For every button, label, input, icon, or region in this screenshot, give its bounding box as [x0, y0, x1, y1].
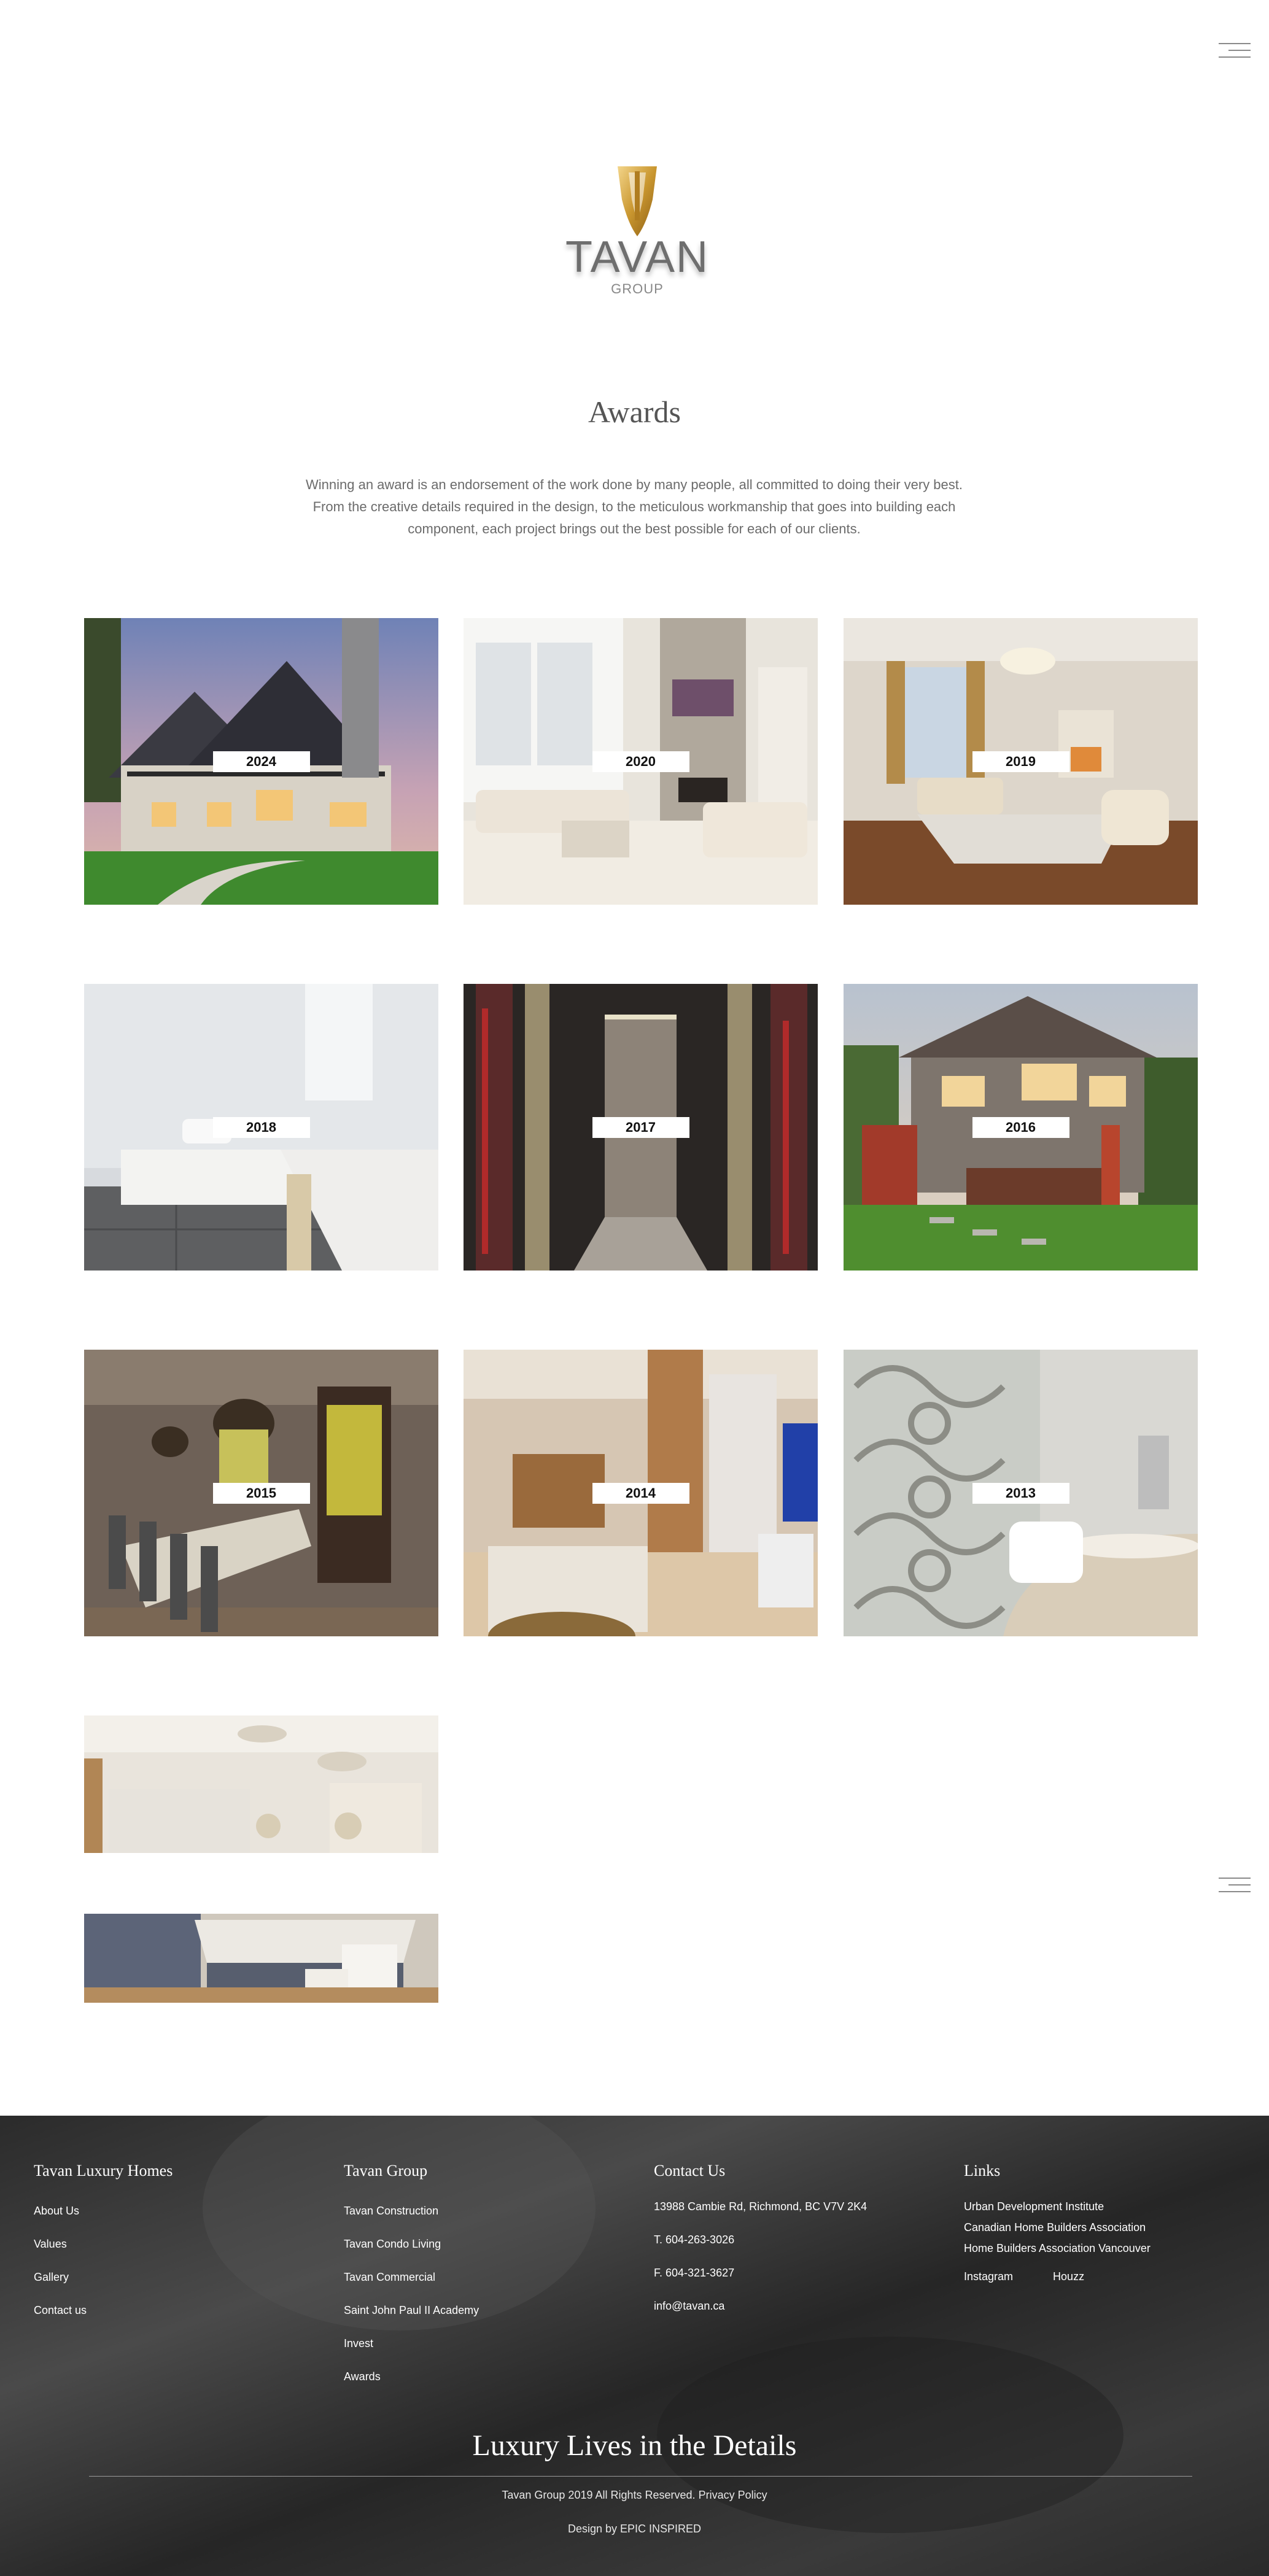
footer-col-tavan-group: Tavan Group Tavan Construction Tavan Con… [344, 2162, 479, 2404]
footer-link-invest[interactable]: Invest [344, 2337, 479, 2350]
instagram-link[interactable]: Instagram [964, 2270, 1013, 2283]
brand-name: TAVAN [565, 233, 709, 282]
page-title: Awards [588, 395, 681, 429]
hamburger-line [1228, 1884, 1251, 1886]
award-tile-2019[interactable]: 2019 [844, 618, 1198, 905]
award-tile-partial[interactable] [84, 1715, 438, 1853]
hamburger-line [1219, 56, 1251, 58]
footer-link-chba[interactable]: Canadian Home Builders Association [964, 2221, 1151, 2234]
footer-divider [89, 2476, 1192, 2477]
footer-link-values[interactable]: Values [34, 2238, 173, 2251]
dining-room-image [84, 1715, 438, 1853]
award-tile-2018[interactable]: 2018 [84, 984, 438, 1271]
brand-subtitle: GROUP [611, 281, 664, 296]
award-year-label: 2015 [212, 1482, 310, 1504]
footer-copyright-line: Tavan Group 2019 All Rights Reserved. Pr… [0, 2489, 1269, 2502]
kitchen-island-image [84, 1914, 438, 2003]
footer-phone[interactable]: T. 604-263-3026 [654, 2234, 867, 2246]
footer-heading: Contact Us [654, 2162, 726, 2180]
award-tile-2020[interactable]: 2020 [464, 618, 818, 905]
footer-link-tavan-condo-living[interactable]: Tavan Condo Living [344, 2238, 479, 2251]
houzz-link[interactable]: Houzz [1053, 2270, 1084, 2283]
menu-button[interactable] [1219, 43, 1251, 59]
award-tile-2017[interactable]: 2017 [464, 984, 818, 1271]
award-year-label: 2020 [592, 751, 689, 772]
award-tile-2013[interactable]: 2013 [844, 1350, 1198, 1636]
footer-link-tavan-construction[interactable]: Tavan Construction [344, 2205, 479, 2218]
hamburger-menu-icon [1219, 43, 1251, 44]
hamburger-line [1219, 1891, 1251, 1892]
footer-link-hbav[interactable]: Home Builders Association Vancouver [964, 2242, 1151, 2255]
award-year-label: 2013 [972, 1482, 1069, 1504]
award-year-label: 2019 [972, 751, 1069, 772]
award-tile-2014[interactable]: 2014 [464, 1350, 818, 1636]
hamburger-menu-icon [1219, 1878, 1251, 1879]
award-year-label: 2018 [212, 1116, 310, 1138]
privacy-policy-link[interactable]: Privacy Policy [699, 2489, 767, 2501]
footer-link-about-us[interactable]: About Us [34, 2205, 173, 2218]
award-year-label: 2016 [972, 1116, 1069, 1138]
footer-link-academy[interactable]: Saint John Paul II Academy [344, 2304, 479, 2317]
copyright-text: Tavan Group 2019 All Rights Reserved. [502, 2489, 696, 2501]
footer-heading: Tavan Luxury Homes [34, 2162, 173, 2180]
footer-heading: Links [964, 2162, 1001, 2180]
hamburger-line [1228, 50, 1251, 51]
footer-heading: Tavan Group [344, 2162, 428, 2180]
footer-col-contact: Contact Us 13988 Cambie Rd, Richmond, BC… [654, 2162, 867, 2333]
social-links: Instagram Houzz [964, 2270, 1151, 2283]
footer-link-tavan-commercial[interactable]: Tavan Commercial [344, 2271, 479, 2284]
footer-address: 13988 Cambie Rd, Richmond, BC V7V 2K4 [654, 2200, 867, 2213]
footer-link-gallery[interactable]: Gallery [34, 2271, 173, 2284]
page-intro: Winning an award is an endorsement of th… [305, 477, 963, 536]
footer-col-links: Links Urban Development Institute Canadi… [964, 2162, 1151, 2283]
tavan-group-logo[interactable]: TAVAN GROUP [554, 163, 720, 301]
award-year-label: 2017 [592, 1116, 689, 1138]
footer-link-udi[interactable]: Urban Development Institute [964, 2200, 1151, 2213]
award-year-label: 2014 [592, 1482, 689, 1504]
design-credit[interactable]: Design by EPIC INSPIRED [0, 2523, 1269, 2535]
award-year-label: 2024 [212, 751, 310, 772]
award-tile-partial[interactable] [84, 1914, 438, 2003]
award-tile-2024[interactable]: 2024 [84, 618, 438, 905]
menu-button[interactable] [1219, 1878, 1251, 1893]
footer-email[interactable]: info@tavan.ca [654, 2300, 867, 2313]
footer-link-contact-us[interactable]: Contact us [34, 2304, 173, 2317]
footer-tagline: Luxury Lives in the Details [472, 2429, 797, 2462]
footer-col-luxury-homes: Tavan Luxury Homes About Us Values Galle… [34, 2162, 173, 2337]
award-tile-2016[interactable]: 2016 [844, 984, 1198, 1271]
site-footer: Tavan Luxury Homes About Us Values Galle… [0, 2116, 1269, 2576]
footer-fax: F. 604-321-3627 [654, 2267, 735, 2279]
award-tile-2015[interactable]: 2015 [84, 1350, 438, 1636]
footer-link-awards[interactable]: Awards [344, 2370, 479, 2383]
